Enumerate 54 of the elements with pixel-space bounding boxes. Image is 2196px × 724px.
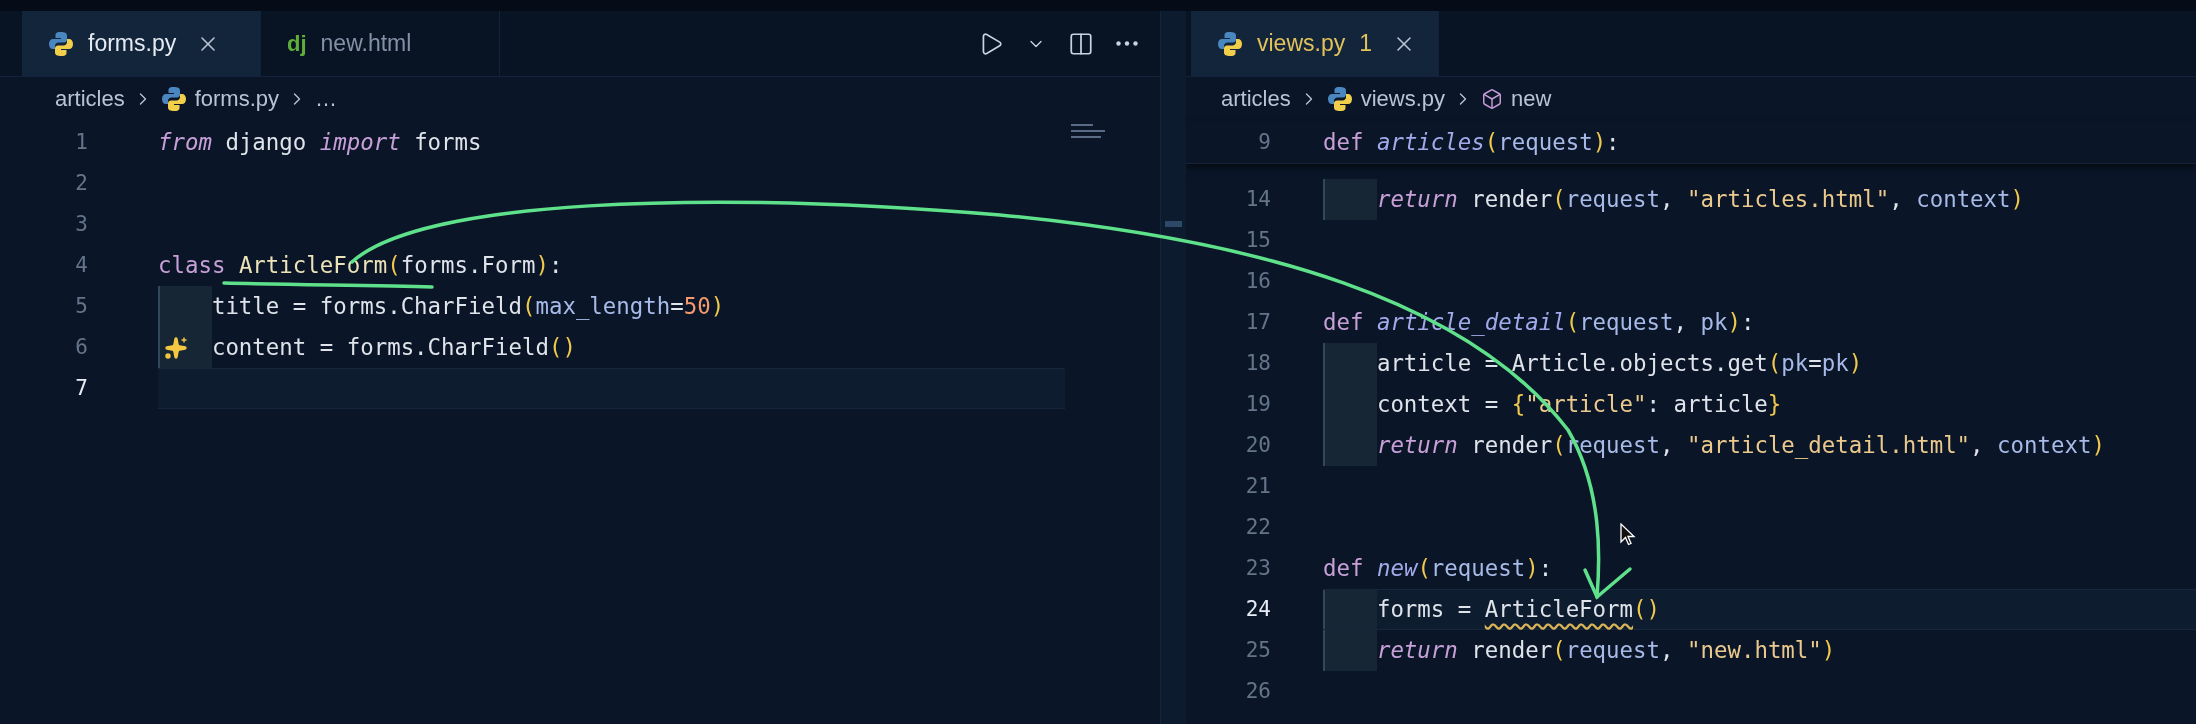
line-number: 17: [1244, 309, 1271, 336]
breadcrumb-item[interactable]: new: [1481, 85, 1552, 112]
line-number: 25: [1244, 637, 1271, 664]
python-icon: [1217, 30, 1243, 57]
more-actions-button[interactable]: [1116, 41, 1138, 46]
line-number: 24: [1244, 596, 1271, 623]
breadcrumb-item[interactable]: articles: [1221, 85, 1291, 112]
line-number: 26: [1244, 678, 1271, 705]
code-line: forms = ArticleForm(): [1376, 596, 1660, 623]
line-number: 3: [74, 211, 88, 238]
python-icon: [160, 85, 187, 112]
python-icon: [48, 30, 74, 57]
code-line: content = forms.CharField(): [211, 334, 576, 361]
breadcrumb-item[interactable]: views.py: [1326, 85, 1446, 112]
line-number: 23: [1244, 555, 1271, 582]
line-number: 9: [1257, 129, 1271, 156]
editor-tab[interactable]: dj new.html: [261, 11, 500, 76]
code-line: def new(request):: [1323, 555, 1553, 582]
django-icon: dj: [287, 30, 307, 57]
line-number: 20: [1244, 432, 1271, 459]
mouse-pointer-icon: [1620, 523, 1636, 547]
split-editor-button[interactable]: [1068, 30, 1094, 57]
line-number: 18: [1244, 350, 1271, 377]
split-icon: [1068, 30, 1094, 57]
code-line: return render(request, "articles.html", context): [1376, 186, 2025, 213]
code-line: from django import forms: [158, 129, 482, 156]
line-number: 2: [74, 170, 88, 197]
code-line: def articles(request):: [1323, 129, 1620, 156]
breadcrumb-item[interactable]: …: [315, 85, 338, 112]
line-number: 19: [1244, 391, 1271, 418]
line-number: 14: [1244, 186, 1271, 213]
line-number: 6: [74, 334, 88, 361]
breadcrumb-item[interactable]: forms.py: [160, 85, 280, 112]
line-number: 7: [74, 375, 88, 402]
more-icon: [1116, 41, 1138, 46]
line-number: 22: [1244, 514, 1271, 541]
sparkle-icon[interactable]: [164, 335, 188, 360]
cube-icon: [1481, 87, 1504, 110]
code-line: return render(request, "new.html"): [1376, 637, 1836, 664]
editor-tab[interactable]: forms.py: [22, 11, 261, 76]
python-icon: [1326, 85, 1353, 112]
line-number: 4: [74, 252, 88, 279]
editor-tab[interactable]: views.py 1: [1191, 11, 1439, 76]
line-number: 16: [1244, 268, 1271, 295]
line-number: 1: [74, 129, 88, 156]
code-line: class ArticleForm(forms.Form):: [158, 252, 563, 279]
breadcrumb-item[interactable]: articles: [55, 85, 125, 112]
line-number: 15: [1244, 227, 1271, 254]
line-number: 5: [74, 293, 88, 320]
scrollbar[interactable]: [1160, 11, 1186, 724]
problem-count: 1: [1359, 30, 1372, 57]
sticky-scroll-header[interactable]: 9 def articles(request):: [1186, 122, 2196, 164]
line-number: 21: [1244, 473, 1271, 500]
code-line: title = forms.CharField(max_length=50): [211, 293, 725, 320]
